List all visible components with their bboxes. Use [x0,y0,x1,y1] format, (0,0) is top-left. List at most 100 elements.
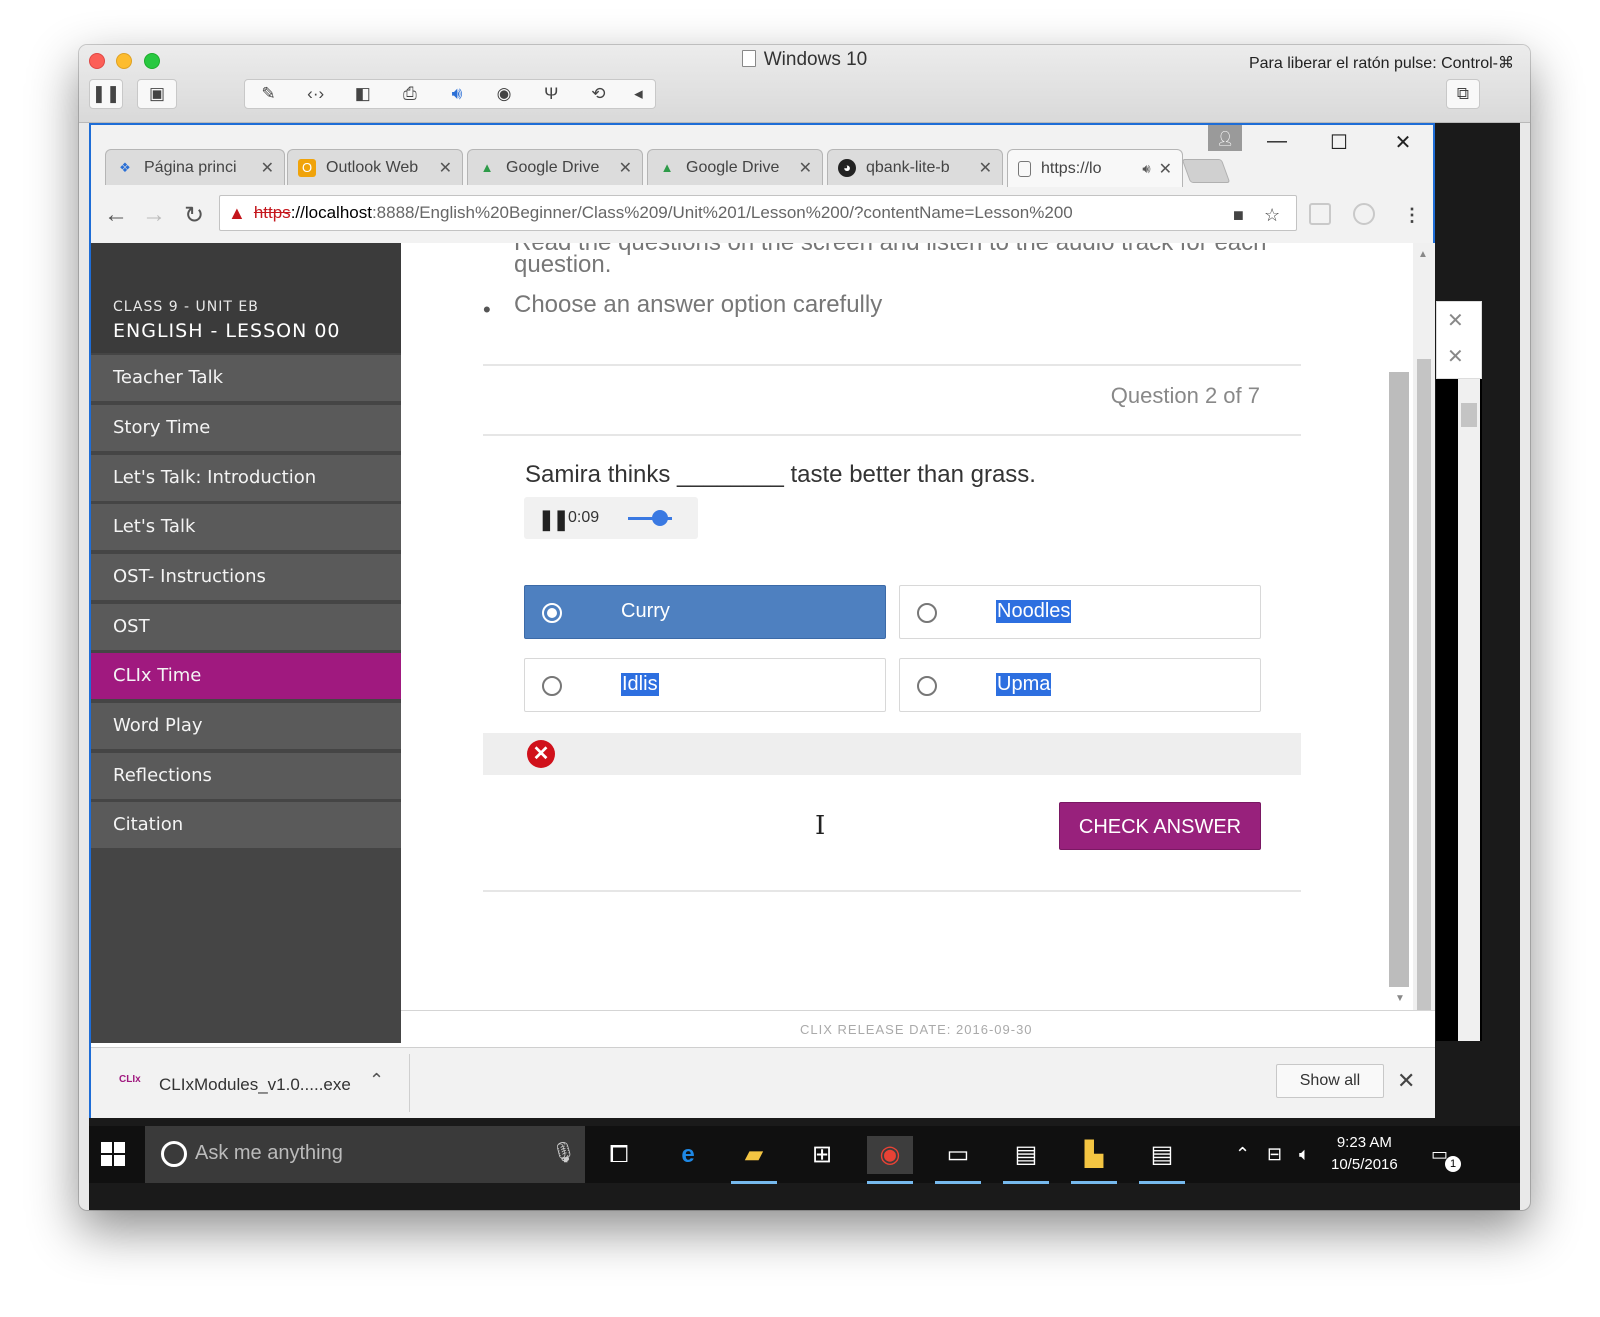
volume-slider-handle[interactable] [652,510,668,526]
scroll-up-icon[interactable]: ▲ [1418,249,1428,260]
tab-close-icon[interactable]: ✕ [439,158,452,178]
sidebar-item-word-play[interactable]: Word Play [91,703,401,749]
edge-icon[interactable]: e [665,1136,711,1174]
python-icon[interactable]: ▙ [1071,1136,1117,1184]
camera-blocked-icon[interactable]: ■ [1233,205,1244,226]
forward-icon[interactable]: → [139,201,169,229]
extension-2-icon[interactable] [1353,203,1375,225]
divider [483,890,1301,892]
reload-icon[interactable]: ↻ [179,201,209,230]
tab-close-icon[interactable]: ✕ [979,158,992,178]
tab-close-icon[interactable]: ✕ [1159,159,1172,179]
sidebar-item-reflections[interactable]: Reflections [91,753,401,799]
network-icon[interactable]: ⊟ [1267,1144,1282,1165]
check-answer-button[interactable]: CHECK ANSWER [1059,802,1261,850]
tab-close-icon[interactable]: ✕ [261,158,274,178]
sidebar-item-lets-talk-introduction[interactable]: Let's Talk: Introduction [91,455,401,501]
pause-icon[interactable]: ❚❚ [538,507,569,532]
audio-time: 0:09 [568,509,600,526]
close-icon[interactable]: ✕ [1447,344,1464,369]
background-scrollbar[interactable] [1458,379,1480,1041]
background-scrollbar-thumb[interactable] [1461,403,1477,427]
address-bar[interactable]: ▲ https://localhost:8888/English%20Begin… [219,195,1297,231]
clock-date: 10/5/2016 [1331,1156,1398,1173]
window-app-2-icon[interactable]: ▤ [1139,1136,1185,1184]
clock[interactable]: 9:23 AM 10/5/2016 [1331,1132,1398,1176]
camera-icon[interactable]: ◉ [487,84,521,104]
usb-icon[interactable]: Ψ [534,84,568,104]
snapshot-button[interactable]: ▣ [137,79,177,109]
option-label: Curry [621,600,670,622]
sidebar-item-ost-instructions[interactable]: OST- Instructions [91,554,401,600]
pause-vm-button[interactable]: ❚❚ [89,79,123,109]
file-explorer-icon[interactable]: ▰ [731,1136,777,1184]
sidebar-item-clix-time[interactable]: CLIx Time [91,653,401,699]
volume-icon[interactable]: 🔈︎ [1299,1144,1310,1165]
tab-dropbox[interactable]: ❖ Página princi ✕ [105,149,285,185]
window-app-icon[interactable]: ▤ [1003,1136,1049,1184]
cortana-search[interactable]: Ask me anything 🎙︎ [145,1126,585,1183]
new-tab-button[interactable] [1181,159,1231,183]
sync-icon[interactable]: ⟲ [581,84,615,104]
close-icon[interactable]: ✕ [1383,130,1423,155]
task-view-icon[interactable]: ⧠ [596,1136,642,1174]
command-prompt-icon[interactable]: ▭ [935,1136,981,1184]
network-icon[interactable]: ‹·› [299,84,333,104]
radio-unselected[interactable] [917,603,937,623]
tab-localhost[interactable]: https://lo 🔊︎ ✕ [1007,149,1183,187]
release-date: CLIX RELEASE DATE: 2016-09-30 [800,1022,1033,1037]
sidebar-item-teacher-talk[interactable]: Teacher Talk [91,355,401,401]
radio-unselected[interactable] [542,676,562,696]
show-all-button[interactable]: Show all [1276,1064,1384,1098]
tab-google-drive[interactable]: ▲ Google Drive ✕ [467,149,643,185]
download-filename[interactable]: CLIxModules_v1.0.....exe [159,1075,351,1095]
store-icon[interactable]: ⊞ [799,1136,845,1174]
option-label: Upma [996,673,1052,696]
chevron-left-icon[interactable]: ◂ [628,84,648,104]
answer-option-noodles[interactable]: Noodles [899,585,1261,639]
sidebar-item-ost[interactable]: OST [91,604,401,650]
chrome-icon[interactable]: ◉ [867,1136,913,1184]
tab-github[interactable]: ◕ qbank-lite-b ✕ [827,149,1003,185]
sidebar-item-citation[interactable]: Citation [91,802,401,848]
content-scrollbar[interactable]: ▼ [1389,243,1415,1010]
answer-option-idlis[interactable]: Idlis [524,658,886,712]
scroll-down-icon[interactable]: ▼ [1395,993,1405,1004]
bookmark-star-icon[interactable]: ☆ [1264,205,1280,226]
answer-option-upma[interactable]: Upma [899,658,1261,712]
page-scrollbar-thumb[interactable] [1417,359,1431,1031]
tab-close-icon[interactable]: ✕ [799,158,812,178]
tab-outlook[interactable]: O Outlook Web ✕ [287,149,463,185]
profile-icon[interactable]: 👤︎ [1208,125,1242,151]
pause-icon: ❚❚ [91,84,121,103]
tab-close-icon[interactable]: ✕ [619,158,632,178]
outlook-icon: O [298,158,316,177]
maximize-icon[interactable]: ☐ [1319,130,1359,155]
answer-feedback: ✕ [483,733,1301,775]
chevron-up-icon[interactable]: ⌃ [1235,1144,1250,1165]
sound-icon[interactable]: 🔊︎ [440,84,474,104]
audio-playing-icon[interactable]: 🔊︎ [1142,161,1150,177]
extension-icon[interactable] [1309,203,1331,225]
close-downloads-icon[interactable]: ✕ [1397,1068,1415,1094]
windows-start-icon[interactable] [101,1142,125,1166]
sidebar-item-lets-talk[interactable]: Let's Talk [91,504,401,550]
sidebar-item-story-time[interactable]: Story Time [91,405,401,451]
page-scrollbar[interactable]: ▲ ▼ [1413,243,1435,1043]
tab-google-drive-2[interactable]: ▲ Google Drive ✕ [647,149,823,185]
content-scrollbar-thumb[interactable] [1389,372,1409,987]
radio-selected[interactable] [542,603,562,623]
microphone-icon[interactable]: 🎙︎ [551,1140,576,1165]
hard-disk-icon[interactable]: ◧ [346,84,380,104]
settings-wrench-icon[interactable]: ✎ [252,84,286,104]
window-mode-button[interactable]: ⧉ [1446,79,1480,109]
printer-icon[interactable]: ⎙ [393,84,427,104]
menu-icon[interactable]: ⋮ [1403,205,1421,226]
chevron-up-icon[interactable]: ⌃ [369,1070,384,1091]
audio-player: ❚❚ 0:09 [524,497,698,539]
close-icon[interactable]: ✕ [1447,308,1464,333]
radio-unselected[interactable] [917,676,937,696]
answer-option-curry[interactable]: Curry [524,585,886,639]
minimize-icon[interactable]: — [1257,130,1297,153]
back-icon[interactable]: ← [101,201,131,229]
